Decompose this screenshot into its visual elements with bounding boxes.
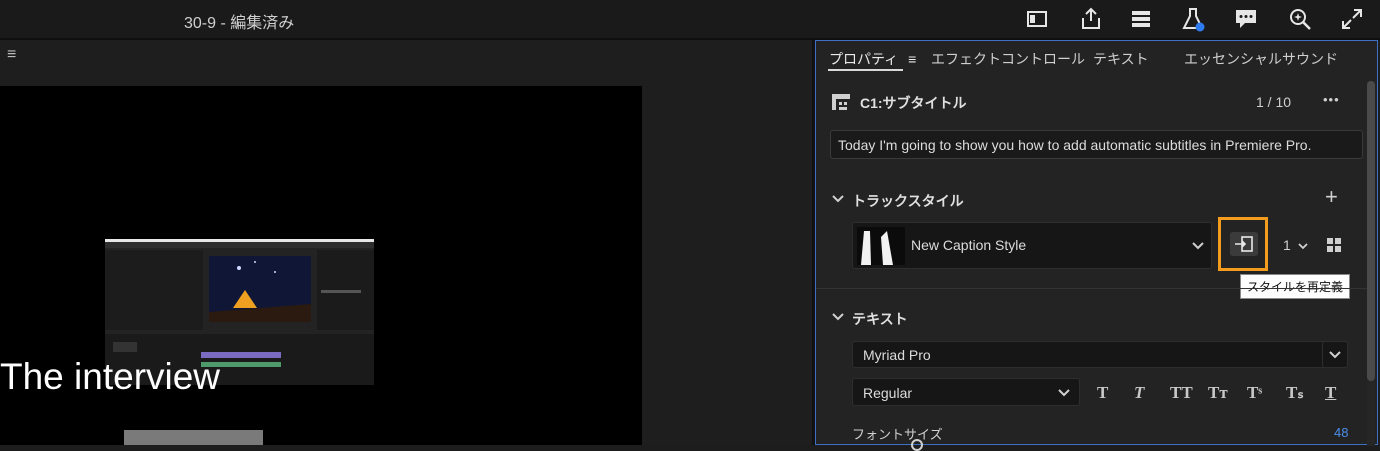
caption-text-field[interactable]: Today I'm going to show you how to add a… — [830, 130, 1363, 159]
chevron-down-icon[interactable] — [831, 192, 845, 206]
beaker-icon[interactable] — [1180, 6, 1206, 32]
program-monitor: ≡ The interview — [0, 40, 812, 445]
caption-track-icon — [831, 92, 851, 112]
section-divider — [816, 288, 1367, 289]
style-name: New Caption Style — [911, 237, 1027, 253]
underline-button[interactable]: T — [1325, 383, 1336, 403]
add-style-icon[interactable]: + — [1325, 184, 1338, 210]
font-family-dropdown[interactable]: Myriad Pro — [852, 341, 1326, 368]
font-size-value[interactable]: 48 — [1334, 425, 1348, 440]
chevron-down-icon — [1057, 386, 1071, 400]
text-section-title: テキスト — [852, 311, 908, 327]
all-caps-button[interactable]: TT — [1170, 383, 1193, 403]
active-tab-indicator — [828, 69, 903, 71]
tab-properties[interactable]: プロパティ ≡ — [829, 49, 916, 69]
superscript-button[interactable]: Tˢ — [1247, 383, 1262, 403]
subscript-button[interactable]: Tₛ — [1286, 383, 1304, 403]
search-sparkle-icon[interactable] — [1287, 6, 1313, 32]
style-count: 1 — [1283, 237, 1291, 253]
tab-menu-icon[interactable]: ≡ — [908, 51, 916, 67]
scrollbar-thumb[interactable] — [1367, 81, 1375, 381]
chevron-down-icon — [1191, 239, 1205, 253]
tab-essential-sound[interactable]: エッセンシャルサウンド — [1184, 49, 1338, 69]
faux-italic-button[interactable]: T — [1134, 383, 1144, 403]
caption-counter: 1 / 10 — [1256, 94, 1292, 110]
chevron-down-icon — [1328, 348, 1342, 362]
panel-icon[interactable] — [1024, 6, 1050, 32]
layers-icon[interactable] — [1128, 6, 1154, 32]
grid-view-icon[interactable] — [1327, 238, 1341, 252]
font-size-slider-handle[interactable] — [911, 439, 923, 451]
video-viewer[interactable]: The interview — [0, 86, 642, 445]
redefine-style-icon — [1230, 232, 1258, 256]
expand-icon[interactable] — [1339, 6, 1365, 32]
font-family-value: Myriad Pro — [863, 347, 931, 363]
comment-icon[interactable] — [1233, 6, 1259, 32]
tab-text[interactable]: テキスト — [1093, 49, 1149, 69]
title-bar: 30-9 - 編集済み — [0, 0, 1380, 40]
share-icon[interactable] — [1078, 6, 1104, 32]
faux-bold-button[interactable]: T — [1097, 383, 1108, 403]
tab-effect-controls[interactable]: エフェクトコントロール — [931, 49, 1085, 69]
track-style-title: トラックスタイル — [852, 193, 964, 209]
tab-label: プロパティ — [829, 51, 899, 67]
panel-scrollbar[interactable] — [1367, 81, 1375, 446]
caption-overlay-text[interactable]: The interview — [0, 356, 220, 398]
small-caps-button[interactable]: Tт — [1208, 383, 1228, 403]
redefine-style-button[interactable] — [1218, 217, 1268, 271]
tooltip: スタイルを再定義 — [1240, 274, 1351, 299]
font-style-value: Regular — [863, 385, 913, 401]
chevron-down-icon[interactable] — [831, 310, 845, 324]
track-style-dropdown[interactable]: New Caption Style — [852, 222, 1212, 269]
caption-title: C1:サブタイトル — [860, 95, 967, 111]
more-options-icon[interactable]: ••• — [1323, 92, 1340, 107]
caption-background-bar — [124, 430, 263, 445]
font-style-dropdown[interactable]: Regular — [852, 378, 1080, 406]
document-title: 30-9 - 編集済み — [184, 15, 295, 32]
chevron-down-icon[interactable] — [1296, 239, 1310, 253]
properties-panel: プロパティ ≡ エフェクトコントロール テキスト エッセンシャルサウンド C1:… — [815, 40, 1378, 451]
font-family-dropdown-toggle[interactable] — [1322, 341, 1348, 368]
style-preview-thumbnail — [857, 227, 905, 265]
panel-menu-icon[interactable]: ≡ — [7, 46, 16, 64]
font-size-label: フォントサイズ — [852, 427, 943, 442]
